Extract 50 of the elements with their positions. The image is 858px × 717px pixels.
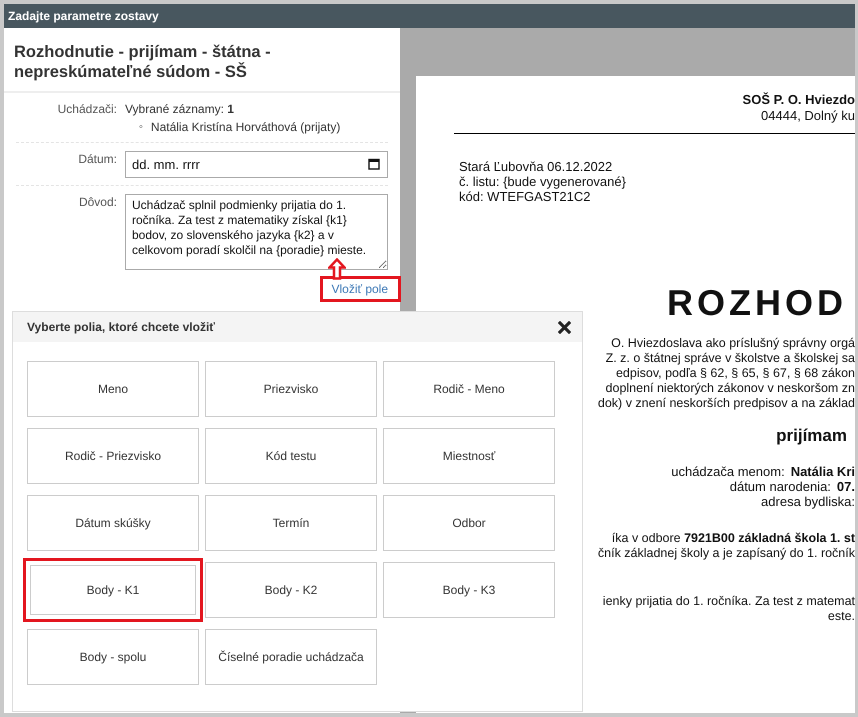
field-option-button[interactable]: Rodič - Meno [383,361,555,417]
field-option-button[interactable]: Kód testu [205,428,377,484]
document-text-line: edpisov, podľa § 62, § 65, § 67, § 68 zákon [616,366,855,381]
field-option-button[interactable]: Rodič - Priezvisko [27,428,199,484]
place-date: Stará Ľubovňa 06.12.2022 [459,159,614,174]
document-code: kód: WTEFGAST21C2 [459,189,592,204]
person-value: 07. [836,479,855,494]
person-label: adresa bydliska: [761,494,855,509]
reason-label: Dôvod: [78,194,118,211]
person-value: Natália Kri [790,464,855,479]
applicant-item: Natália Kristína Horváthová (prijaty) [150,119,340,135]
document-text-line: dok) v znení neskorších predpisov a na základ [598,396,855,411]
person-label: dátum narodenia: [730,479,831,494]
up-arrow-icon [328,258,346,280]
popup-title: Vyberte polia, ktoré chcete vložiť [27,320,216,334]
date-label: Dátum: [77,151,118,168]
document-text-line: O. Hviezdoslava ako príslušný správny orgá [611,336,855,351]
document-heading: ROZHOD [667,284,848,322]
applicants-label: Uchádzači: [56,101,118,118]
bullet-marker: ◦ [139,120,143,135]
reason-field[interactable]: Uchádzač splnil podmienky prijatia do 1. ročníka. Za test z matematiky získal {k1} bodov, zo slovenského jazyka {k2} a v celkovom poradí skolčil na {poradie} mieste. [125,194,388,270]
field-option-button[interactable]: Meno [27,361,199,417]
field-option-button[interactable]: Body - spolu [27,629,199,685]
close-icon[interactable] [558,320,571,334]
dialog-title: Zadajte parametre zostavy [8,9,159,23]
field-option-button[interactable]: Miestnosť [383,428,555,484]
school-address: 04444, Dolný ku [761,108,855,124]
verdict-heading: prijímam [776,426,847,446]
insert-field-link[interactable]: Vložiť pole [323,279,398,299]
person-label: uchádzača menom: [671,464,785,479]
document-text-line: íka v odbore 7921B00 základná škola 1. st [612,531,855,546]
field-option-button[interactable]: Priezvisko [205,361,377,417]
report-title: Rozhodnutie - prijímam - štátna - nepreskúmateľné súdom - SŠ [14,42,272,82]
field-option-button[interactable]: Odbor [383,495,555,551]
field-option-button[interactable]: Body - K2 [205,562,377,618]
date-field[interactable]: dd. mm. rrrr [125,151,388,178]
document-text-line: čník základnej školy a je zapísaný do 1. ročník [598,546,855,561]
field-option-button[interactable]: Dátum skúšky [27,495,199,551]
document-text-line: ienky prijatia do 1. ročníka. Za test z matemat [602,594,855,609]
field-option-button[interactable]: Číselné poradie uchádzača [205,629,377,685]
field-option-button[interactable]: Body - K1 [23,558,203,622]
letter-number: č. listu: {bude vygenerované} [459,174,627,189]
field-option-button[interactable]: Termín [205,495,377,551]
document-text-line: este. [828,609,855,624]
field-option-button[interactable]: Body - K3 [383,562,555,618]
calendar-icon[interactable] [368,158,380,170]
selected-count: Vybrané záznamy: 1 [125,102,234,116]
document-text-line: Z. z. o štátnej správe v školstve a školskej sa [606,351,855,366]
document-text-line: doplnení niektorých zákonov v neskoršom zn [606,381,855,396]
school-name: SOŠ P. O. Hviezdo [742,92,855,108]
